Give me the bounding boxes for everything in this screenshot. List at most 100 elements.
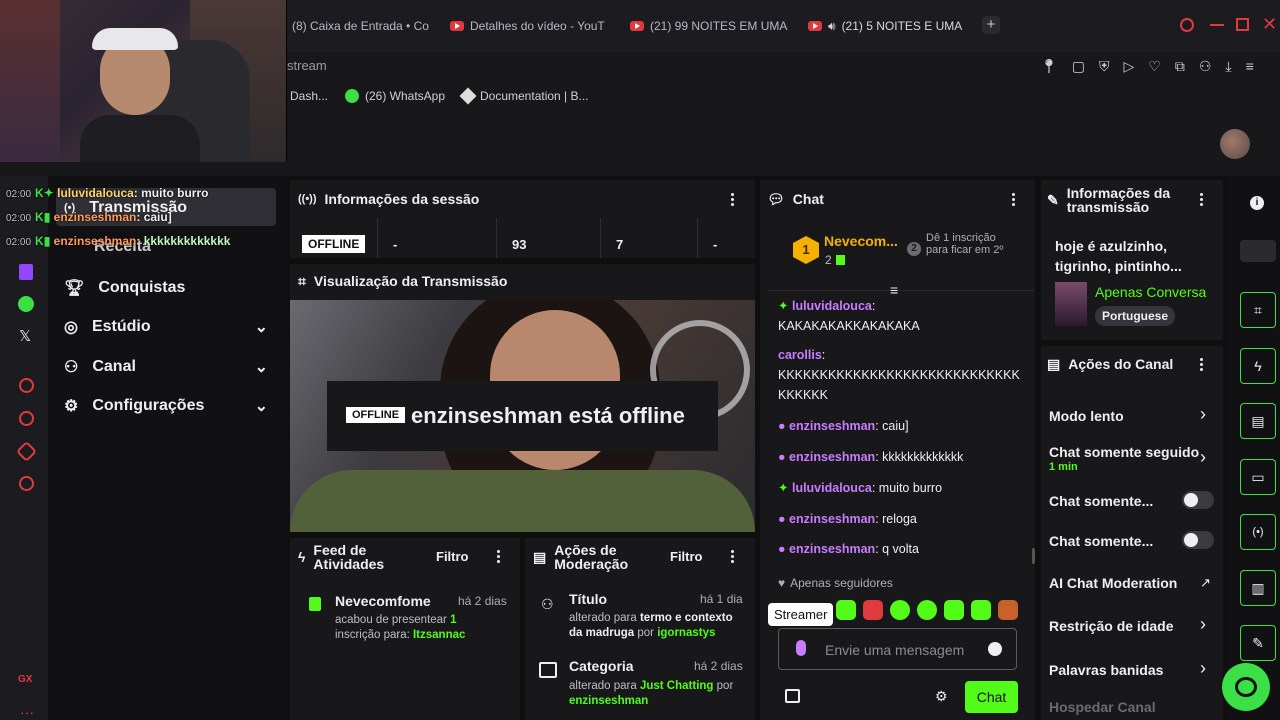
stream-category[interactable]: Apenas Conversa bbox=[1095, 284, 1206, 300]
feed-target[interactable]: Itzsannac bbox=[413, 629, 465, 641]
external-link-icon[interactable]: ↗ bbox=[1200, 575, 1211, 591]
tab-5-noites[interactable]: 🔊︎ (21) 5 NOITES E UMA bbox=[808, 12, 972, 40]
overlay-chat-line: 02:00 K▮ enzinseshman: kkkkkkkkkkkkk bbox=[6, 234, 230, 248]
moderation-filter-button[interactable]: Filtro bbox=[670, 549, 703, 564]
action-ai-moderation[interactable]: AI Chat Moderation bbox=[1049, 575, 1177, 591]
nav-configuracoes[interactable]: ⚙︎ Configurações ⌄ bbox=[64, 396, 274, 416]
rail-layout-button[interactable]: ▥ bbox=[1240, 570, 1276, 606]
mod-user[interactable]: igornastys bbox=[657, 627, 715, 639]
chevron-right-icon[interactable]: › bbox=[1200, 404, 1206, 425]
emote-icon[interactable] bbox=[836, 600, 856, 620]
emote-icon[interactable] bbox=[971, 600, 991, 620]
chevron-right-icon[interactable]: › bbox=[1200, 614, 1206, 635]
bookmark-dash[interactable]: Dash... bbox=[290, 89, 328, 103]
feed-user[interactable]: Nevecomfome bbox=[335, 593, 431, 609]
emote-icon[interactable] bbox=[944, 600, 964, 620]
chevron-right-icon[interactable]: › bbox=[1200, 447, 1206, 468]
emote-icon[interactable] bbox=[863, 600, 883, 620]
tab-label: Detalhes do vídeo - YouT bbox=[470, 19, 605, 33]
chevron-right-icon[interactable]: › bbox=[1200, 658, 1206, 679]
rail-document-button[interactable]: ▤ bbox=[1240, 403, 1276, 439]
emoji-icon[interactable] bbox=[988, 642, 1002, 656]
collapse-rail-icon[interactable] bbox=[1240, 240, 1276, 262]
tab-99-noites[interactable]: (21) 99 NOITES EM UMA bbox=[630, 12, 790, 40]
screenshot-icon[interactable]: ▢ bbox=[1072, 58, 1085, 75]
emote-icon[interactable] bbox=[890, 600, 910, 620]
puzzle-icon[interactable] bbox=[15, 440, 38, 463]
chat-user[interactable]: enzinseshman bbox=[789, 512, 875, 526]
chat-scrollbar[interactable] bbox=[1032, 548, 1035, 564]
nav-estudio[interactable]: ◎ Estúdio ⌄ bbox=[64, 317, 274, 337]
emote-icon[interactable] bbox=[917, 600, 937, 620]
profile-icon[interactable]: ⚇ bbox=[1199, 58, 1212, 75]
download-icon[interactable]: ⤓ bbox=[1225, 58, 1231, 75]
action-slow-mode[interactable]: Modo lento bbox=[1049, 408, 1124, 424]
chat-user[interactable]: carollis bbox=[778, 348, 822, 362]
chat-user[interactable]: enzinseshman bbox=[789, 450, 875, 464]
nav-canal[interactable]: ⚇ Canal ⌄ bbox=[64, 357, 274, 377]
action-host-channel[interactable]: Hospedar Canal bbox=[1049, 699, 1156, 715]
search-icon[interactable] bbox=[1180, 18, 1194, 32]
new-tab-button[interactable]: + bbox=[982, 16, 1000, 34]
documentation-icon bbox=[459, 87, 477, 105]
nav-conquistas[interactable]: 🏆︎ Conquistas bbox=[64, 278, 274, 298]
mod-user[interactable]: enzinseshman bbox=[569, 695, 648, 707]
more-options-icon[interactable] bbox=[1012, 193, 1016, 208]
more-options-icon[interactable] bbox=[1200, 358, 1204, 373]
info-icon[interactable]: i bbox=[1250, 196, 1264, 210]
minimize-icon[interactable] bbox=[1210, 24, 1224, 26]
clock-icon[interactable] bbox=[19, 411, 34, 426]
chat-message: ✦ luluvidalouca: muito burro bbox=[778, 478, 1018, 498]
store-icon[interactable] bbox=[785, 689, 800, 703]
leaderboard-user[interactable]: Nevecom... bbox=[824, 233, 898, 249]
play-circle-icon[interactable] bbox=[19, 378, 34, 393]
tab-video-details[interactable]: Detalhes do vídeo - YouT bbox=[450, 12, 610, 40]
x-icon[interactable]: 𝕏 bbox=[19, 327, 31, 345]
more-options-icon[interactable] bbox=[731, 550, 735, 565]
action-banned-words[interactable]: Palavras banidas bbox=[1049, 662, 1163, 678]
extensions-icon[interactable]: ⧉ bbox=[1175, 58, 1185, 75]
rail-broadcast-button[interactable]: (•) bbox=[1240, 514, 1276, 550]
menu-icon[interactable]: ≡ bbox=[1246, 58, 1254, 75]
gx-icon[interactable]: GX bbox=[18, 674, 32, 685]
emote-icon[interactable] bbox=[998, 600, 1018, 620]
rail-tools-button[interactable]: ✎ bbox=[1240, 625, 1276, 661]
more-options-icon[interactable] bbox=[731, 193, 735, 208]
bookmark-documentation[interactable]: Documentation | B... bbox=[459, 87, 589, 105]
chat-send-button[interactable]: Chat bbox=[965, 681, 1018, 713]
mod-text-part: por bbox=[634, 627, 658, 639]
tab-inbox[interactable]: (8) Caixa de Entrada • Co bbox=[292, 12, 432, 40]
gear-icon[interactable]: ⚙︎ bbox=[935, 688, 948, 705]
mod-value[interactable]: Just Chatting bbox=[640, 680, 713, 692]
whatsapp-icon[interactable] bbox=[18, 296, 34, 312]
more-options-icon[interactable] bbox=[497, 550, 501, 565]
badge-icon: K▮ bbox=[35, 210, 51, 224]
pin-icon[interactable]: 📍︎ bbox=[1040, 58, 1058, 75]
more-options-icon[interactable] bbox=[1200, 193, 1204, 208]
overlay-time: 02:00 bbox=[6, 189, 32, 200]
heart-icon[interactable]: ♡ bbox=[1148, 58, 1161, 75]
bookmark-whatsapp[interactable]: (26) WhatsApp bbox=[345, 89, 445, 103]
maximize-icon[interactable] bbox=[1236, 18, 1249, 31]
rail-chat-button[interactable]: ▭ bbox=[1240, 459, 1276, 495]
action-age-restriction[interactable]: Restrição de idade bbox=[1049, 618, 1174, 634]
action-followers-only[interactable]: Chat somente seguido bbox=[1049, 444, 1199, 460]
toggle-chat-only-2[interactable] bbox=[1182, 531, 1214, 549]
settings-icon[interactable] bbox=[19, 476, 34, 491]
shield-icon[interactable]: ⛨ bbox=[1099, 58, 1110, 75]
user-avatar[interactable] bbox=[1220, 129, 1250, 159]
play-icon[interactable]: ▷ bbox=[1124, 58, 1135, 75]
chat-user[interactable]: enzinseshman bbox=[789, 542, 875, 556]
chat-user[interactable]: enzinseshman bbox=[789, 419, 875, 433]
close-icon[interactable]: ✕ bbox=[1262, 14, 1277, 35]
twitch-icon[interactable] bbox=[19, 264, 33, 280]
feed-filter-button[interactable]: Filtro bbox=[436, 549, 469, 564]
more-icon[interactable]: ··· bbox=[20, 704, 34, 720]
chat-user[interactable]: luluvidalouca bbox=[792, 481, 872, 495]
rail-bolt-button[interactable]: ϟ bbox=[1240, 348, 1276, 384]
chat-user[interactable]: luluvidalouca bbox=[792, 299, 872, 313]
chat-input[interactable]: Envie uma mensagem bbox=[778, 628, 1017, 670]
toggle-chat-only-1[interactable] bbox=[1182, 491, 1214, 509]
rail-screen-button[interactable]: ⌗ bbox=[1240, 292, 1276, 328]
support-chat-button[interactable] bbox=[1222, 663, 1270, 711]
